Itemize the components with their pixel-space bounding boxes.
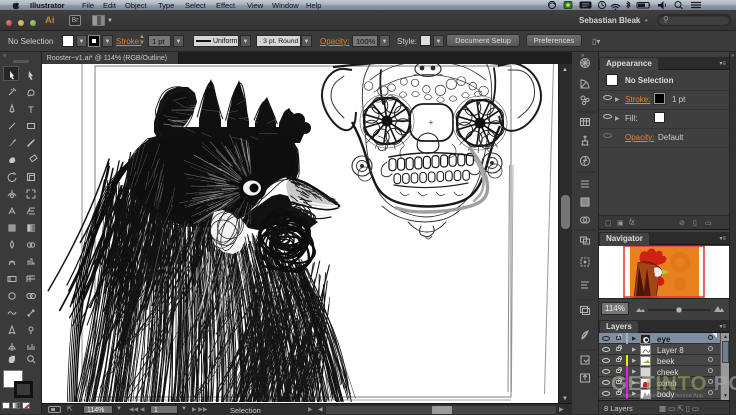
svg-text:+: + xyxy=(429,118,434,127)
svg-text:T: T xyxy=(28,105,34,115)
